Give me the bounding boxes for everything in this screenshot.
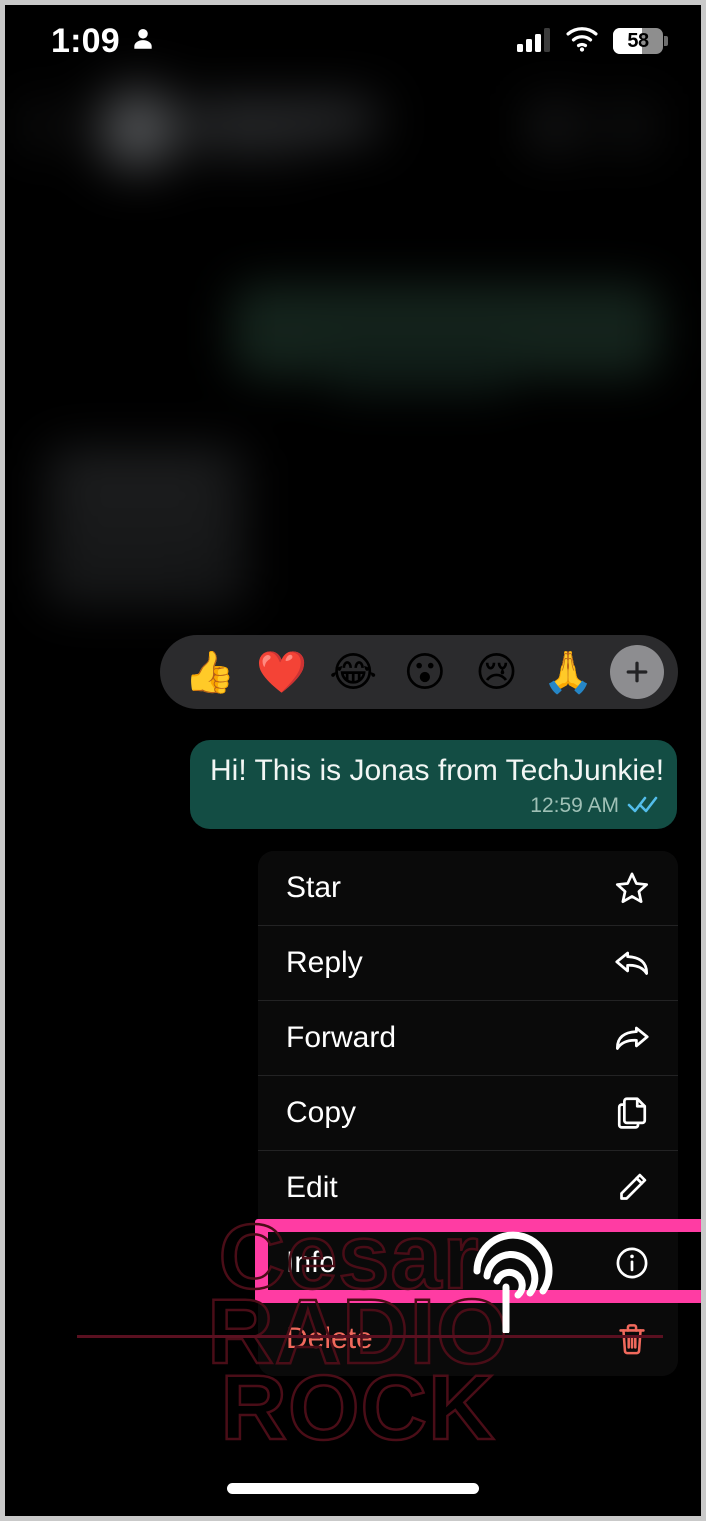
menu-item-edit[interactable]: Edit bbox=[258, 1151, 678, 1226]
menu-item-label: Edit bbox=[286, 1171, 338, 1204]
contact-avatar-blurred[interactable] bbox=[100, 91, 176, 167]
reaction-folded-hands-icon[interactable]: 🙏 bbox=[532, 651, 604, 693]
reaction-crying-face-icon[interactable]: 😢 bbox=[461, 651, 533, 693]
status-bar: 1:09 58 bbox=[5, 5, 701, 77]
blurred-message-list bbox=[5, 193, 701, 623]
battery-indicator: 58 bbox=[613, 28, 668, 54]
double-check-icon bbox=[627, 794, 659, 819]
bubble-text-line-blurred bbox=[65, 515, 225, 541]
person-icon bbox=[130, 25, 156, 58]
phone-screen: 1:09 58 👍 ❤️ 😂 😮 😢 🙏 Hi! This is Jonas f… bbox=[5, 5, 701, 1516]
reaction-red-heart-icon[interactable]: ❤️ bbox=[246, 651, 318, 693]
reply-icon bbox=[612, 946, 652, 980]
battery-percent-label: 58 bbox=[627, 29, 649, 52]
bubble-text-line-blurred bbox=[65, 561, 185, 585]
menu-item-label: Reply bbox=[286, 946, 363, 979]
cellular-signal-icon bbox=[517, 26, 551, 57]
pencil-icon bbox=[612, 1170, 652, 1206]
voice-call-icon-blurred[interactable] bbox=[613, 109, 647, 143]
menu-item-label: Forward bbox=[286, 1021, 397, 1054]
message-context-menu[interactable]: Star Reply Forward Copy Edit Info Delete bbox=[258, 851, 678, 1376]
menu-item-delete[interactable]: Delete bbox=[258, 1301, 678, 1376]
menu-item-forward[interactable]: Forward bbox=[258, 1001, 678, 1076]
menu-item-label: Copy bbox=[286, 1096, 357, 1129]
blurred-chat-header bbox=[5, 83, 701, 193]
menu-item-reply[interactable]: Reply bbox=[258, 926, 678, 1001]
menu-item-star[interactable]: Star bbox=[258, 851, 678, 926]
wifi-icon bbox=[565, 26, 599, 57]
message-timestamp: 12:59 AM bbox=[530, 794, 619, 818]
bubble-text-line-blurred bbox=[65, 469, 215, 495]
star-icon bbox=[612, 870, 652, 906]
reaction-open-mouth-icon[interactable]: 😮 bbox=[389, 651, 461, 693]
home-indicator[interactable] bbox=[227, 1483, 479, 1494]
copy-icon bbox=[612, 1095, 652, 1131]
contact-name-blurred bbox=[187, 105, 377, 135]
watermark-line-3: ROCK bbox=[219, 1356, 496, 1459]
menu-item-label: Star bbox=[286, 871, 342, 904]
trash-icon bbox=[612, 1321, 652, 1357]
status-bar-left: 1:09 bbox=[51, 22, 156, 61]
phone-frame: 1:09 58 👍 ❤️ 😂 😮 😢 🙏 Hi! This is Jonas f… bbox=[0, 0, 706, 1521]
menu-item-info[interactable]: Info bbox=[258, 1226, 678, 1301]
video-call-icon-blurred[interactable] bbox=[533, 109, 577, 143]
menu-item-label: Info bbox=[286, 1246, 337, 1279]
back-button-blurred[interactable] bbox=[33, 111, 55, 141]
info-icon bbox=[612, 1245, 652, 1281]
message-text: Hi! This is Jonas from TechJunkie! bbox=[210, 754, 665, 787]
status-bar-right: 58 bbox=[517, 26, 668, 57]
outgoing-bubble-blurred bbox=[326, 343, 516, 393]
plus-icon bbox=[626, 661, 648, 683]
reaction-thumbs-up-icon[interactable]: 👍 bbox=[174, 651, 246, 693]
contact-status-blurred bbox=[187, 141, 307, 157]
reaction-tears-of-joy-icon[interactable]: 😂 bbox=[317, 651, 389, 693]
menu-item-copy[interactable]: Copy bbox=[258, 1076, 678, 1151]
forward-icon bbox=[612, 1021, 652, 1055]
status-bar-time: 1:09 bbox=[51, 21, 120, 60]
emoji-reaction-bar[interactable]: 👍 ❤️ 😂 😮 😢 🙏 bbox=[160, 635, 678, 709]
more-reactions-button[interactable] bbox=[610, 645, 665, 699]
battery-tip bbox=[664, 36, 668, 46]
menu-item-label: Delete bbox=[286, 1321, 373, 1355]
message-meta: 12:59 AM bbox=[210, 794, 659, 819]
selected-message-bubble[interactable]: Hi! This is Jonas from TechJunkie! 12:59… bbox=[190, 740, 677, 829]
